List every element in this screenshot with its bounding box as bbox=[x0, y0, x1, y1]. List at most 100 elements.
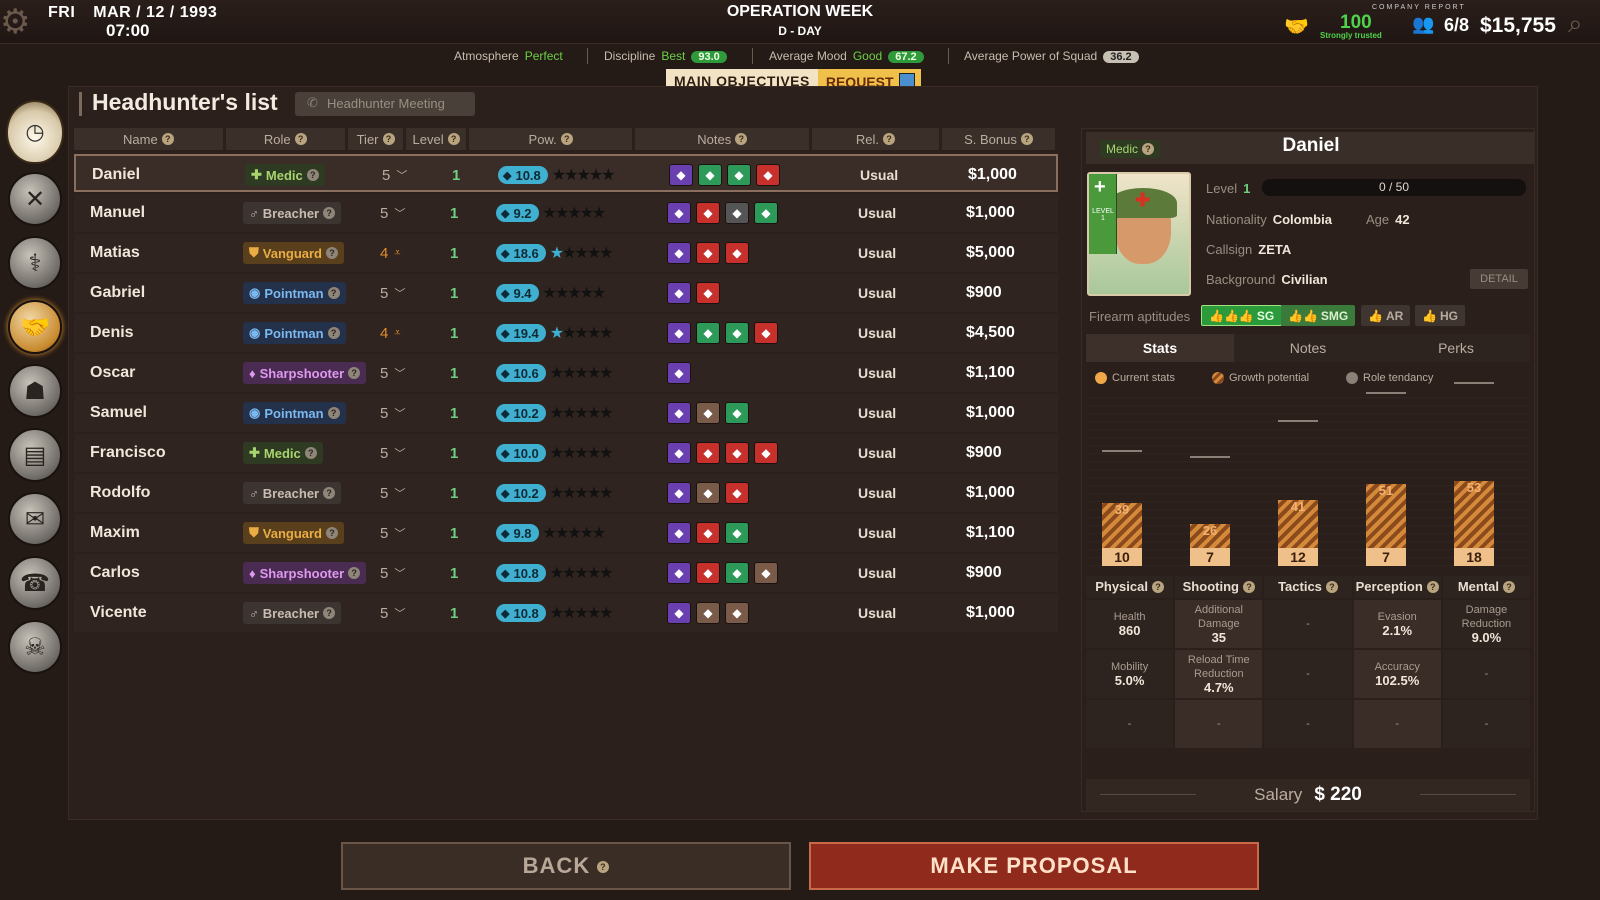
detail-button[interactable]: DETAIL bbox=[1470, 269, 1528, 289]
note-icon[interactable]: ◆ bbox=[667, 362, 691, 384]
tab-perks[interactable]: Perks bbox=[1382, 334, 1530, 362]
table-row[interactable]: Maxim ⛊ Vanguard? 5 ﹀ 1 ◆ 9.8 ★★★★★ ◆ ◆ ◆ Usual $1,10… bbox=[74, 514, 1058, 552]
note-icon[interactable]: ◆ bbox=[696, 522, 720, 544]
handshake-recruit-icon[interactable]: 🤝 bbox=[8, 300, 62, 354]
stat-header[interactable]: Shooting? bbox=[1175, 576, 1263, 598]
tab-notes[interactable]: Notes bbox=[1234, 334, 1382, 362]
note-icon[interactable]: ◆ bbox=[696, 402, 720, 424]
level-value: 1 bbox=[450, 604, 459, 622]
note-icon[interactable]: ◆ bbox=[667, 322, 691, 344]
company-report-label[interactable]: COMPANY REPORT bbox=[1372, 4, 1466, 11]
table-row[interactable]: Daniel ✚ Medic? 5 ﹀ 1 ◆ 10.8 ★★★★★ ◆ ◆ ◆ ◆ Usual $1,00… bbox=[74, 154, 1058, 192]
note-icon[interactable]: ◆ bbox=[725, 522, 749, 544]
note-icon[interactable]: ◆ bbox=[667, 602, 691, 624]
detail-role-badge[interactable]: Medic? bbox=[1100, 140, 1161, 158]
note-icon[interactable]: ◆ bbox=[754, 442, 778, 464]
note-icon[interactable]: ◆ bbox=[667, 282, 691, 304]
computer-icon[interactable]: ▤ bbox=[8, 428, 62, 482]
tier-value: 5 ﹀ bbox=[382, 166, 408, 184]
column-header-signing-bonus[interactable]: S. Bonus? bbox=[941, 128, 1055, 150]
column-header-notes[interactable]: Notes? bbox=[635, 128, 809, 150]
note-icon[interactable]: ◆ bbox=[725, 602, 749, 624]
note-icon[interactable]: ◆ bbox=[725, 482, 749, 504]
tab-stats[interactable]: Stats bbox=[1086, 334, 1234, 362]
table-row[interactable]: Denis ◉ Pointman? 4 ⩡ 1 ◆ 19.4 ★★★★★ ◆ ◆ ◆ ◆ Usual $4,… bbox=[74, 314, 1058, 352]
column-header-name[interactable]: Name? bbox=[74, 128, 223, 150]
signing-bonus-value: $5,000 bbox=[966, 244, 1015, 261]
table-row[interactable]: Rodolfo ♂ Breacher? 5 ﹀ 1 ◆ 10.2 ★★★★★ ◆ ◆ ◆ Usual $1… bbox=[74, 474, 1058, 512]
note-icon[interactable]: ◆ bbox=[696, 562, 720, 584]
role-badge[interactable]: ♦ Sharpshooter? bbox=[243, 562, 367, 584]
note-icon[interactable]: ◆ bbox=[756, 164, 780, 186]
soldier-bust-icon[interactable]: ☗ bbox=[8, 364, 62, 418]
skull-crossbones-icon[interactable]: ☠ bbox=[8, 620, 62, 674]
note-icon[interactable]: ◆ bbox=[667, 242, 691, 264]
note-icon[interactable]: ◆ bbox=[725, 402, 749, 424]
role-badge[interactable]: ♂ Breacher? bbox=[243, 602, 342, 624]
role-badge[interactable]: ◉ Pointman? bbox=[243, 402, 346, 424]
table-row[interactable]: Samuel ◉ Pointman? 5 ﹀ 1 ◆ 10.2 ★★★★★ ◆ ◆ ◆ Usual $1,… bbox=[74, 394, 1058, 432]
note-icon[interactable]: ◆ bbox=[725, 242, 749, 264]
note-icon[interactable]: ◆ bbox=[727, 164, 751, 186]
table-row[interactable]: Carlos ♦ Sharpshooter? 5 ﹀ 1 ◆ 10.8 ★★★★★ ◆ ◆ ◆ ◆ Usu… bbox=[74, 554, 1058, 592]
note-icon[interactable]: ◆ bbox=[754, 202, 778, 224]
table-row[interactable]: Gabriel ◉ Pointman? 5 ﹀ 1 ◆ 9.4 ★★★★★ ◆ ◆ Usual $900 bbox=[74, 274, 1058, 312]
star-rating: ★★★★★ bbox=[542, 205, 607, 222]
role-badge[interactable]: ♦ Sharpshooter? bbox=[243, 362, 367, 384]
note-icon[interactable]: ◆ bbox=[725, 562, 749, 584]
note-icon[interactable]: ◆ bbox=[667, 442, 691, 464]
chevron-down-icon: ⩡ bbox=[394, 326, 401, 339]
table-row[interactable]: Manuel ♂ Breacher? 5 ﹀ 1 ◆ 9.2 ★★★★★ ◆ ◆ ◆ ◆ Usual $1,… bbox=[74, 194, 1058, 232]
note-icon[interactable]: ◆ bbox=[667, 562, 691, 584]
note-icon[interactable]: ◆ bbox=[696, 202, 720, 224]
note-icon[interactable]: ◆ bbox=[696, 322, 720, 344]
stat-header[interactable]: Mental? bbox=[1442, 576, 1531, 598]
role-badge[interactable]: ♂ Breacher? bbox=[243, 482, 342, 504]
note-icon[interactable]: ◆ bbox=[667, 402, 691, 424]
note-icon[interactable]: ◆ bbox=[696, 242, 720, 264]
note-icon[interactable]: ◆ bbox=[754, 322, 778, 344]
note-icon[interactable]: ◆ bbox=[696, 442, 720, 464]
stopwatch-icon[interactable]: ◷ bbox=[6, 100, 64, 164]
role-badge[interactable]: ⛊ Vanguard? bbox=[243, 242, 345, 264]
column-header-tier[interactable]: Tier? bbox=[347, 128, 404, 150]
stat-header[interactable]: Physical? bbox=[1086, 576, 1174, 598]
note-icon[interactable]: ◆ bbox=[698, 164, 722, 186]
mail-icon[interactable]: ✉ bbox=[8, 492, 62, 546]
back-button[interactable]: BACK ? bbox=[341, 842, 791, 890]
note-icon[interactable]: ◆ bbox=[667, 482, 691, 504]
tier-value: 5 ﹀ bbox=[380, 564, 406, 582]
role-badge[interactable]: ✚ Medic? bbox=[245, 164, 325, 186]
role-badge[interactable]: ◉ Pointman? bbox=[243, 322, 346, 344]
note-icon[interactable]: ◆ bbox=[667, 522, 691, 544]
stat-header[interactable]: Tactics? bbox=[1264, 576, 1352, 598]
table-row[interactable]: Matias ⛊ Vanguard? 4 ⩡ 1 ◆ 18.6 ★★★★★ ◆ ◆ ◆ Usual $5,… bbox=[74, 234, 1058, 272]
role-badge[interactable]: ♂ Breacher? bbox=[243, 202, 342, 224]
table-row[interactable]: Vicente ♂ Breacher? 5 ﹀ 1 ◆ 10.8 ★★★★★ ◆ ◆ ◆ Usual $1… bbox=[74, 594, 1058, 632]
crossed-tools-icon[interactable]: ✕ bbox=[8, 172, 62, 226]
radio-icon[interactable]: ☎ bbox=[8, 556, 62, 610]
note-icon[interactable]: ◆ bbox=[696, 282, 720, 304]
headhunter-meeting-button[interactable]: ✆ Headhunter Meeting bbox=[295, 92, 475, 116]
note-icon[interactable]: ◆ bbox=[669, 164, 693, 186]
column-header-role[interactable]: Role? bbox=[225, 128, 345, 150]
column-header-power[interactable]: Pow.? bbox=[468, 128, 633, 150]
note-icon[interactable]: ◆ bbox=[696, 482, 720, 504]
table-row[interactable]: Francisco ✚ Medic? 5 ﹀ 1 ◆ 10.0 ★★★★★ ◆ ◆ ◆ ◆ Usual $9… bbox=[74, 434, 1058, 472]
note-icon[interactable]: ◆ bbox=[725, 322, 749, 344]
column-header-level[interactable]: Level? bbox=[406, 128, 466, 150]
note-icon[interactable]: ◆ bbox=[696, 602, 720, 624]
role-badge[interactable]: ◉ Pointman? bbox=[243, 282, 346, 304]
make-proposal-button[interactable]: MAKE PROPOSAL bbox=[809, 842, 1259, 890]
table-row[interactable]: Oscar ♦ Sharpshooter? 5 ﹀ 1 ◆ 10.6 ★★★★★ ◆ Usual $1… bbox=[74, 354, 1058, 392]
role-badge[interactable]: ⛊ Vanguard? bbox=[243, 522, 345, 544]
note-icon[interactable]: ◆ bbox=[754, 562, 778, 584]
caduceus-icon[interactable]: ⚕ bbox=[8, 236, 62, 290]
role-badge[interactable]: ✚ Medic? bbox=[243, 442, 323, 464]
stat-header[interactable]: Perception? bbox=[1353, 576, 1441, 598]
note-icon[interactable]: ◆ bbox=[725, 442, 749, 464]
note-icon[interactable]: ◆ bbox=[667, 202, 691, 224]
search-icon[interactable]: ⌕ bbox=[1568, 8, 1583, 40]
column-header-reliability[interactable]: Rel.? bbox=[812, 128, 939, 150]
note-icon[interactable]: ◆ bbox=[725, 202, 749, 224]
